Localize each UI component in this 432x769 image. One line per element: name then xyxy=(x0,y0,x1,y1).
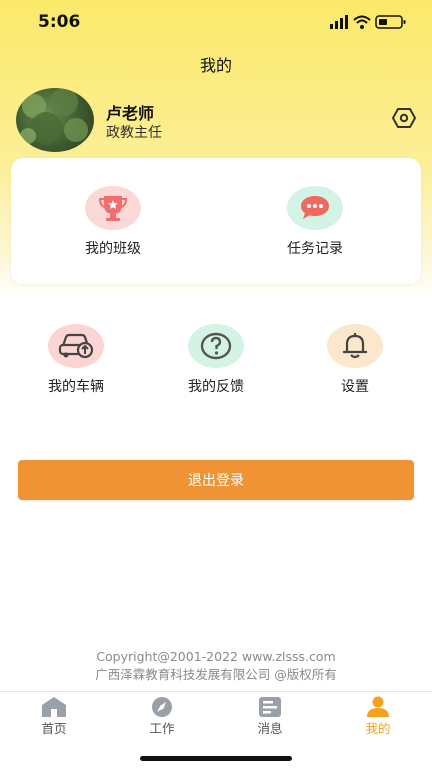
compass-icon xyxy=(152,697,172,717)
question-icon xyxy=(188,324,244,368)
car-icon xyxy=(48,324,104,368)
message-icon xyxy=(259,697,281,717)
tab-mine[interactable]: 我的 xyxy=(343,696,413,737)
my-vehicle-button[interactable]: 我的车辆 xyxy=(16,324,136,396)
my-class-label: 我的班级 xyxy=(85,241,141,257)
settings-button[interactable]: 设置 xyxy=(295,324,415,396)
tab-home[interactable]: 首页 xyxy=(19,696,89,737)
home-indicator xyxy=(140,756,292,761)
tab-mine-label: 我的 xyxy=(365,721,391,736)
avatar[interactable] xyxy=(16,88,94,152)
status-icons xyxy=(330,14,410,30)
page-title: 我的 xyxy=(199,56,232,75)
my-class-button[interactable]: 我的班级 xyxy=(43,186,183,266)
profile-section: 卢老师 政教主任 xyxy=(16,88,417,154)
tab-work[interactable]: 工作 xyxy=(127,696,197,737)
bell-icon xyxy=(327,324,383,368)
footer: Copyright@2001-2022 www.zlsss.com 广西泽霖教育… xyxy=(0,648,432,684)
hexagon-settings-icon xyxy=(391,108,417,128)
tab-messages[interactable]: 消息 xyxy=(235,696,305,737)
my-feedback-label: 我的反馈 xyxy=(188,379,244,395)
copyright-text: Copyright@2001-2022 www.zlsss.com xyxy=(96,649,336,664)
tab-home-label: 首页 xyxy=(41,721,67,736)
chat-bubble-icon xyxy=(287,186,343,230)
my-vehicle-label: 我的车辆 xyxy=(48,379,104,395)
user-name: 卢老师 xyxy=(106,104,155,123)
logout-button[interactable]: 退出登录 xyxy=(18,460,414,500)
tab-messages-label: 消息 xyxy=(257,721,283,736)
user-role: 政教主任 xyxy=(106,125,162,141)
my-feedback-button[interactable]: 我的反馈 xyxy=(156,324,276,396)
tab-work-label: 工作 xyxy=(149,721,175,736)
quick-access-card: 我的班级 任务记录 xyxy=(11,158,421,284)
battery-icon xyxy=(375,15,406,29)
profile-settings-button[interactable] xyxy=(391,106,417,130)
signal-icon xyxy=(330,15,348,29)
status-time: 5:06 xyxy=(38,12,81,32)
wifi-icon xyxy=(353,15,371,29)
person-icon xyxy=(367,696,389,717)
trophy-icon xyxy=(85,186,141,230)
settings-label: 设置 xyxy=(341,379,369,395)
status-bar: 5:06 xyxy=(0,0,432,44)
task-records-button[interactable]: 任务记录 xyxy=(245,186,385,266)
company-text: 广西泽霖教育科技发展有限公司 @版权所有 xyxy=(95,667,337,682)
home-icon xyxy=(42,697,66,717)
task-records-label: 任务记录 xyxy=(287,241,343,257)
